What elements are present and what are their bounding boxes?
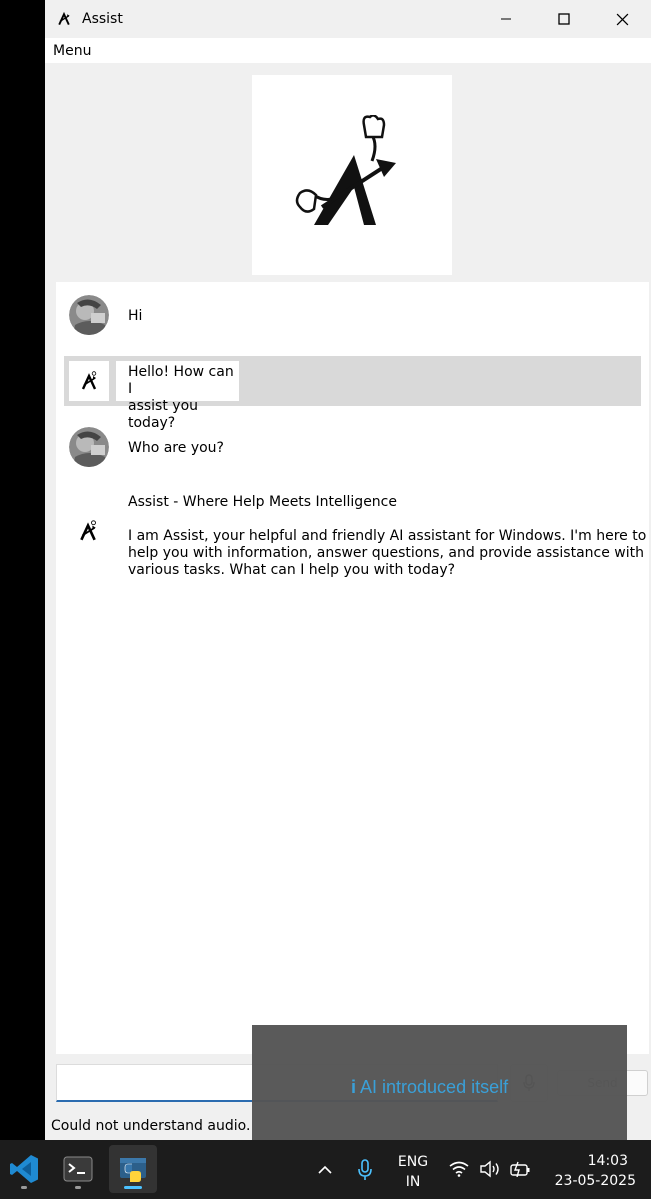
message-heading: Assist - Where Help Meets Intelligence (128, 494, 397, 510)
assist-window: Assist Menu Hi Hello! How can I assist y… (45, 0, 651, 1140)
battery-charging-icon (510, 1161, 530, 1177)
show-hidden-icons-button[interactable] (313, 1159, 337, 1181)
app-logo-icon (55, 10, 73, 28)
message-bubble: Hello! How can I assist you today? (116, 361, 239, 431)
app-logo-icon (80, 520, 96, 541)
minimize-button[interactable] (477, 0, 535, 38)
volume-button[interactable] (478, 1159, 502, 1179)
region-code: IN (405, 1174, 421, 1190)
vscode-icon (10, 1155, 38, 1183)
close-button[interactable] (593, 0, 651, 38)
desktop-edge (0, 0, 45, 1140)
message-text-line: Hello! How can I (128, 364, 234, 397)
maximize-icon (558, 13, 570, 25)
info-icon: i (351, 1077, 357, 1097)
app-logo-icon (81, 371, 97, 390)
language-code: ENG (397, 1154, 429, 1170)
menu-item-menu[interactable]: Menu (53, 43, 91, 59)
taskbar-app-vscode[interactable] (0, 1145, 48, 1193)
clock-date: 23-05-2025 (554, 1173, 636, 1189)
message-body-line: help you with information, answer questi… (128, 545, 645, 561)
user-avatar (69, 427, 109, 467)
speaker-icon (480, 1160, 499, 1178)
chevron-up-icon (318, 1165, 332, 1174)
chat-area[interactable]: Hi Hello! How can I assist you today? Wh… (56, 282, 649, 1054)
notification-toast: i AI introduced itself (252, 1025, 627, 1149)
assist-mascot-logo (295, 115, 396, 225)
microphone-icon (358, 1159, 372, 1180)
chat-message-assistant: Hello! How can I assist you today? (64, 356, 641, 431)
message-text: Who are you? (128, 440, 224, 456)
terminal-icon (63, 1156, 93, 1182)
python-icon (120, 1158, 146, 1182)
microphone-in-use-button[interactable] (353, 1157, 377, 1183)
app-logo (252, 75, 452, 275)
battery-button[interactable] (508, 1159, 532, 1179)
window-title: Assist (82, 11, 123, 27)
status-text: Could not understand audio. (51, 1118, 251, 1134)
clock[interactable]: 14:03 23-05-2025 (548, 1151, 636, 1191)
title-bar[interactable]: Assist (45, 0, 651, 38)
toast-message: i AI introduced itself (351, 1077, 508, 1098)
taskbar-app-python[interactable] (109, 1145, 157, 1193)
close-icon (616, 13, 628, 25)
language-indicator[interactable]: ENG IN (396, 1152, 430, 1192)
menu-bar: Menu (45, 38, 651, 63)
clock-time: 14:03 (587, 1153, 628, 1169)
message-body-line: I am Assist, your helpful and friendly A… (128, 528, 647, 544)
running-indicator (21, 1186, 27, 1189)
message-body-line: various tasks. What can I help you with … (128, 562, 456, 578)
maximize-button[interactable] (535, 0, 593, 38)
running-indicator (75, 1186, 81, 1189)
taskbar-app-terminal[interactable] (54, 1145, 102, 1193)
toast-text: AI introduced itself (360, 1077, 509, 1097)
wifi-icon (449, 1161, 469, 1177)
assistant-avatar (69, 361, 109, 401)
message-text-line: assist you today? (128, 398, 199, 431)
message-text: Hi (128, 308, 143, 324)
active-indicator (124, 1186, 142, 1189)
user-avatar (69, 295, 109, 335)
minimize-icon (501, 18, 511, 20)
assistant-avatar (77, 520, 99, 546)
taskbar: ENG IN 14:03 23-05-2025 (0, 1140, 651, 1199)
wifi-button[interactable] (448, 1159, 470, 1179)
